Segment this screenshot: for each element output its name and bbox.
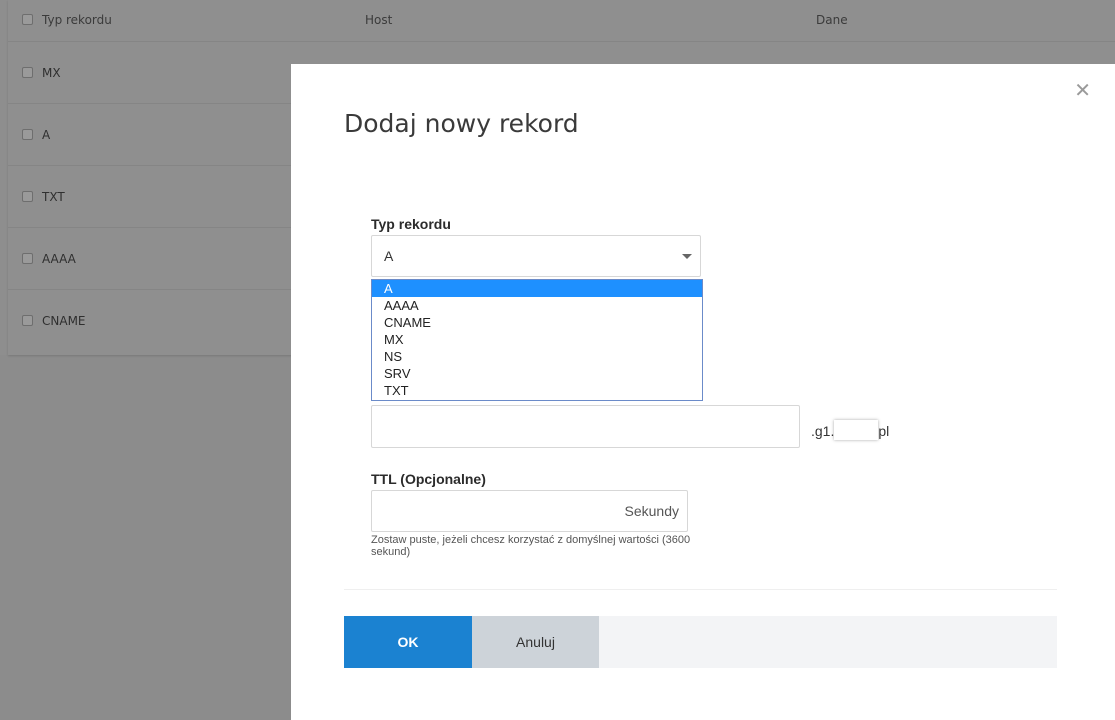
add-record-dialog: ✕ Dodaj nowy rekord Typ rekordu A A AAAA…	[291, 64, 1115, 720]
ttl-input[interactable]: Sekundy	[371, 490, 688, 532]
option-aaaa[interactable]: AAAA	[372, 297, 702, 314]
row-checkbox[interactable]	[22, 191, 33, 202]
row-checkbox[interactable]	[22, 253, 33, 264]
host-suffix-prefix: .g1.	[811, 423, 835, 439]
close-icon[interactable]: ✕	[1074, 80, 1091, 100]
host-domain-suffix: .g1. pl	[811, 420, 889, 440]
row-checkbox[interactable]	[22, 67, 33, 78]
host-suffix-end: pl	[878, 423, 890, 439]
column-header-data: Dane	[816, 13, 848, 27]
row-checkbox[interactable]	[22, 129, 33, 140]
column-header-host: Host	[365, 13, 393, 27]
option-txt[interactable]: TXT	[372, 382, 702, 399]
ttl-label: TTL (Opcjonalne)	[371, 471, 486, 487]
records-table-header: Typ rekordu Host Dane	[8, 0, 1115, 42]
record-type-select[interactable]: A	[371, 235, 701, 277]
record-type-options-list[interactable]: A AAAA CNAME MX NS SRV TXT	[371, 279, 703, 401]
ttl-hint: Zostaw puste, jeżeli chcesz korzystać z …	[371, 534, 691, 558]
record-type-label: Typ rekordu	[371, 216, 451, 232]
host-input[interactable]	[371, 405, 800, 448]
option-ns[interactable]: NS	[372, 348, 702, 365]
column-header-type: Typ rekordu	[42, 13, 112, 27]
row-type: A	[42, 128, 51, 142]
row-type: CNAME	[42, 314, 86, 328]
row-type: AAAA	[42, 252, 76, 266]
dialog-title: Dodaj nowy rekord	[344, 109, 579, 138]
option-srv[interactable]: SRV	[372, 365, 702, 382]
ok-button[interactable]: OK	[344, 616, 472, 668]
row-checkbox[interactable]	[22, 315, 33, 326]
cancel-button[interactable]: Anuluj	[472, 616, 599, 668]
ttl-unit-label: Sekundy	[624, 503, 679, 519]
chevron-down-icon	[682, 254, 692, 259]
row-type: TXT	[42, 190, 65, 204]
select-all-checkbox[interactable]	[22, 14, 33, 25]
record-type-selected-value: A	[384, 248, 394, 264]
redacted-domain	[834, 420, 879, 440]
row-type: MX	[42, 66, 61, 80]
option-cname[interactable]: CNAME	[372, 314, 702, 331]
option-mx[interactable]: MX	[372, 331, 702, 348]
option-a[interactable]: A	[372, 280, 702, 297]
footer-divider	[344, 589, 1057, 590]
